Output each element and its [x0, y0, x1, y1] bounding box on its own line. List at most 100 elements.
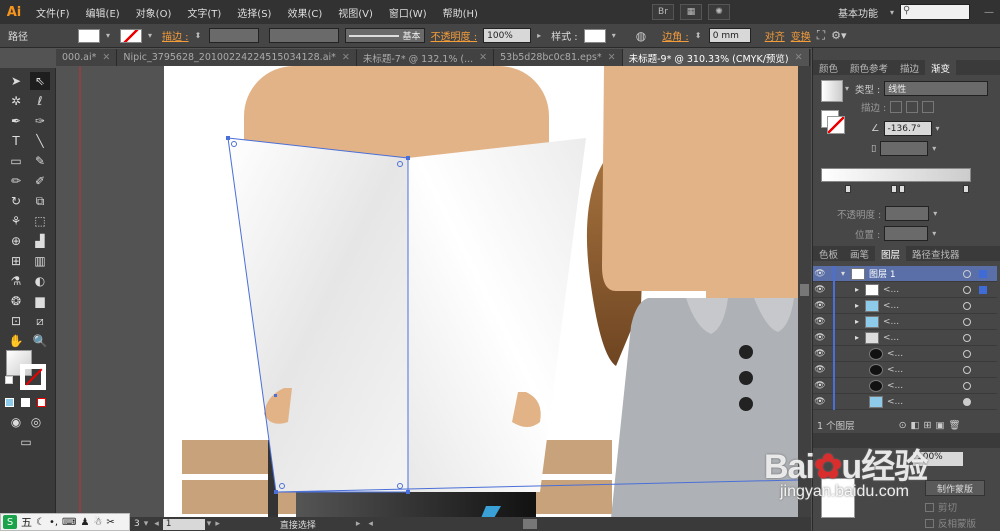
- eye-icon[interactable]: 👁: [813, 365, 827, 375]
- tab-brushes[interactable]: 画笔: [844, 246, 875, 261]
- layer-row[interactable]: 👁 ▸ <...: [813, 297, 997, 314]
- ime-logo-icon[interactable]: S: [3, 515, 17, 529]
- workspace-switcher[interactable]: 基本功能: [832, 5, 884, 20]
- stop-opacity-field[interactable]: [885, 206, 930, 221]
- layer-row[interactable]: 👁 <...: [813, 377, 997, 394]
- mascot-icon[interactable]: ☃: [93, 517, 102, 528]
- layer-name[interactable]: <...: [887, 397, 903, 407]
- rotate-tool-icon[interactable]: ↻: [6, 192, 26, 210]
- eye-icon[interactable]: 👁: [813, 285, 827, 295]
- anchor-point[interactable]: [406, 490, 410, 494]
- anchor-point[interactable]: [274, 394, 277, 397]
- wrench-icon[interactable]: ✂: [106, 517, 114, 528]
- hand-tool-icon[interactable]: ✋: [6, 332, 26, 350]
- gradient-stop[interactable]: [845, 185, 851, 193]
- layer-row[interactable]: 👁 <...: [813, 393, 997, 410]
- gradient-stop[interactable]: [899, 185, 905, 193]
- close-icon[interactable]: ✕: [608, 52, 616, 63]
- layer-name[interactable]: 图层 1: [869, 267, 896, 280]
- target-icon[interactable]: [963, 398, 971, 406]
- layer-name[interactable]: <...: [887, 349, 903, 359]
- stroke-within-icon[interactable]: [890, 101, 903, 113]
- doc-tab-3[interactable]: 未标题-7* @ 132.1% (... ✕: [356, 49, 495, 66]
- shape-builder-tool-icon[interactable]: ⊕: [6, 232, 26, 250]
- color-mode-icon[interactable]: [2, 393, 16, 411]
- chevron-down-icon[interactable]: ▾: [933, 209, 941, 218]
- moon-icon[interactable]: ☾: [36, 517, 45, 528]
- target-icon[interactable]: [963, 318, 971, 326]
- gradient-stop[interactable]: [963, 185, 969, 193]
- target-icon[interactable]: [963, 366, 971, 374]
- ime-mode[interactable]: 五: [21, 514, 32, 530]
- scroll-thumb[interactable]: [800, 284, 809, 296]
- menu-effect[interactable]: 效果(C): [279, 5, 330, 20]
- corner-label[interactable]: 边角 :: [662, 28, 689, 43]
- chevron-down-icon[interactable]: ▾: [841, 269, 845, 278]
- gradient-tool-icon[interactable]: ▥: [30, 252, 50, 270]
- target-icon[interactable]: [963, 334, 971, 342]
- menu-file[interactable]: 文件(F): [28, 5, 78, 20]
- first-artboard-icon[interactable]: ◂: [154, 519, 159, 529]
- anchor-point[interactable]: [226, 136, 230, 140]
- transform-link[interactable]: 变换: [791, 28, 811, 43]
- gradient-stop[interactable]: [891, 185, 897, 193]
- doc-tab-5[interactable]: 未标题-9* @ 310.33% (CMYK/预览) ✕: [622, 49, 810, 66]
- clip-checkbox[interactable]: [925, 502, 934, 512]
- brush-profile-field[interactable]: 基本: [344, 28, 425, 43]
- gradient-thumbnail[interactable]: [821, 80, 843, 102]
- doc-tab-2[interactable]: Nipic_3795628_20100224224515034128.ai* ✕: [117, 49, 357, 66]
- draw-mode-icon[interactable]: ◉: [6, 413, 26, 431]
- close-icon[interactable]: ✕: [102, 52, 110, 63]
- selection-tool-icon[interactable]: ➤: [6, 72, 26, 90]
- make-mask-button[interactable]: 制作蒙版: [925, 480, 985, 496]
- blend-tool-icon[interactable]: ◐: [30, 272, 50, 290]
- doc-tab-1[interactable]: 000.ai* ✕: [56, 49, 118, 66]
- selection-indicator[interactable]: [979, 270, 987, 278]
- eye-icon[interactable]: 👁: [813, 301, 827, 311]
- symbol-sprayer-tool-icon[interactable]: ❂: [6, 292, 26, 310]
- make-clipping-mask-icon[interactable]: ◧: [911, 420, 920, 431]
- eye-icon[interactable]: 👁: [813, 269, 827, 279]
- layer-row[interactable]: 👁 ▸ <...: [813, 329, 997, 346]
- close-icon[interactable]: ✕: [342, 52, 350, 63]
- recolor-icon[interactable]: ◍: [636, 29, 646, 43]
- new-layer-icon[interactable]: ▣: [936, 420, 945, 431]
- lasso-tool-icon[interactable]: ℓ: [30, 92, 50, 110]
- tab-stroke[interactable]: 描边: [894, 60, 925, 75]
- type-tool-icon[interactable]: T: [6, 132, 26, 150]
- minimize-icon[interactable]: —: [984, 7, 994, 18]
- chevron-right-icon[interactable]: ▸: [855, 301, 859, 310]
- layer-name[interactable]: <...: [883, 333, 899, 343]
- aspect-field[interactable]: [880, 141, 929, 156]
- canvas[interactable]: [56, 66, 798, 518]
- gradient-mode-icon[interactable]: [18, 393, 32, 411]
- chevron-down-icon[interactable]: ▾: [845, 84, 849, 93]
- screen-mode-icon[interactable]: ▭: [16, 433, 36, 451]
- stroke-label[interactable]: 描边 :: [162, 28, 189, 43]
- target-icon[interactable]: [963, 286, 971, 294]
- hscroll-thumb[interactable]: [522, 519, 537, 529]
- selection-indicator[interactable]: [979, 286, 987, 294]
- chevron-down-icon[interactable]: ▾: [612, 31, 620, 40]
- chevron-right-icon[interactable]: ▸: [356, 519, 361, 529]
- chevron-right-icon[interactable]: ▸: [537, 31, 545, 40]
- target-icon[interactable]: [963, 270, 971, 278]
- variable-width-field[interactable]: [268, 28, 339, 43]
- menu-object[interactable]: 对象(O): [128, 5, 180, 20]
- stroke-color-box[interactable]: [20, 364, 46, 390]
- chevron-down-icon[interactable]: ▾: [207, 519, 212, 529]
- gradient-type-select[interactable]: 线性: [884, 81, 989, 96]
- invert-mask-checkbox[interactable]: [925, 518, 934, 528]
- draw-behind-icon[interactable]: ◎: [26, 413, 46, 431]
- anchor-point[interactable]: [274, 490, 278, 494]
- eye-icon[interactable]: 👁: [813, 349, 827, 359]
- tab-layers[interactable]: 图层: [875, 246, 907, 261]
- chevron-down-icon[interactable]: ▾: [936, 124, 944, 133]
- graphic-style-swatch[interactable]: [583, 28, 606, 43]
- blob-brush-tool-icon[interactable]: ✐: [30, 172, 50, 190]
- transparency-opacity-field[interactable]: 100%: [913, 452, 963, 466]
- stroke-proxy[interactable]: [827, 116, 845, 134]
- tab-color-guide[interactable]: 颜色参考: [844, 60, 894, 75]
- artboard-tool-icon[interactable]: ⊡: [6, 312, 26, 330]
- eye-icon[interactable]: 👁: [813, 397, 827, 407]
